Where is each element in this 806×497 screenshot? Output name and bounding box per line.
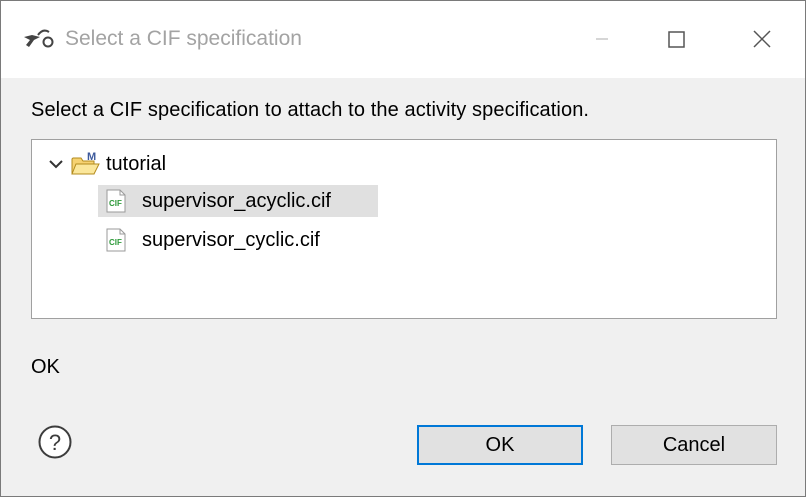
maximize-icon[interactable] (653, 19, 699, 59)
tree-item-label: supervisor_acyclic.cif (142, 189, 331, 212)
close-icon[interactable] (739, 19, 785, 59)
app-icon (24, 29, 54, 48)
cif-file-icon: CIF (106, 189, 126, 213)
tree-item-supervisor-cyclic[interactable]: CIF supervisor_cyclic.cif (98, 224, 378, 256)
minimize-icon[interactable] (579, 19, 625, 59)
chevron-down-icon[interactable] (46, 154, 66, 174)
cancel-button[interactable]: Cancel (611, 425, 777, 465)
status-message: OK (31, 356, 60, 378)
tree-item-supervisor-acyclic[interactable]: CIF supervisor_acyclic.cif (98, 185, 378, 217)
dialog-window: Select a CIF specification Select a CIF … (0, 0, 806, 497)
cif-file-icon: CIF (106, 228, 126, 252)
file-tree[interactable]: M tutorial CIF supervisor_acyclic.cif CI… (31, 139, 777, 319)
help-icon[interactable]: ? (37, 424, 73, 460)
title-bar[interactable]: Select a CIF specification (1, 1, 805, 78)
ok-button[interactable]: OK (417, 425, 583, 465)
project-folder-icon: M (71, 151, 100, 175)
svg-text:CIF: CIF (109, 199, 122, 208)
svg-text:CIF: CIF (109, 238, 122, 247)
tree-item-label: tutorial (106, 152, 167, 175)
tree-item-tutorial[interactable]: M tutorial (46, 148, 166, 180)
svg-text:?: ? (49, 430, 61, 455)
tree-item-label: supervisor_cyclic.cif (142, 228, 320, 251)
window-title: Select a CIF specification (65, 27, 302, 50)
dialog-message: Select a CIF specification to attach to … (31, 99, 590, 121)
svg-text:M: M (87, 151, 96, 163)
